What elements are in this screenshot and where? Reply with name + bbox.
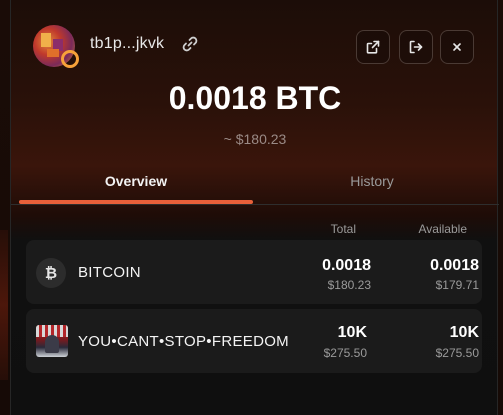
usd-balance: ~ $180.23 [223,131,287,147]
rune-image-figure [45,335,59,353]
background-stripe [0,230,8,380]
column-header-total: Total [330,222,356,236]
wallet-address: tb1p...jkvk [90,35,165,52]
logout-icon [409,40,423,54]
tab-history[interactable]: History [255,172,489,205]
rune-image-icon [36,325,68,357]
wallet-panel: tb1p...jkvk 0.0018 BTC ~ $180.23 Overvie… [10,0,499,415]
wallet-header: tb1p...jkvk [11,22,499,70]
open-external-button[interactable] [356,30,390,64]
asset-available: 10K [449,324,479,341]
avatar-pixel [47,49,59,57]
btc-balance: 0.0018 BTC [168,80,342,116]
close-button[interactable] [440,30,474,64]
close-icon [453,43,461,51]
bitcoin-icon: ₿ [36,258,66,288]
tab-bar: Overview History [11,172,499,205]
asset-row-bitcoin[interactable]: ₿ BITCOIN 0.0018 $180.23 0.0018 $179.71 [26,240,482,304]
asset-total-usd: $275.50 [323,346,367,360]
asset-available-usd: $275.50 [435,346,479,360]
logout-button[interactable] [399,30,433,64]
external-link-icon [366,40,380,54]
asset-total-usd: $180.23 [327,278,371,292]
copy-link-icon[interactable] [180,34,200,54]
asset-row-rune[interactable]: YOU•CANT•STOP•FREEDOM 10K $275.50 10K $2… [26,309,482,373]
asset-total: 10K [337,324,367,341]
active-tab-indicator [19,200,253,204]
asset-available: 0.0018 [430,257,479,274]
asset-name: YOU•CANT•STOP•FREEDOM [78,333,289,350]
asset-total: 0.0018 [322,257,371,274]
column-header-available: Available [418,222,467,236]
asset-name: BITCOIN [78,264,141,281]
avatar-badge-icon [61,50,79,68]
asset-available-usd: $179.71 [435,278,479,292]
avatar-pixel [41,33,51,47]
